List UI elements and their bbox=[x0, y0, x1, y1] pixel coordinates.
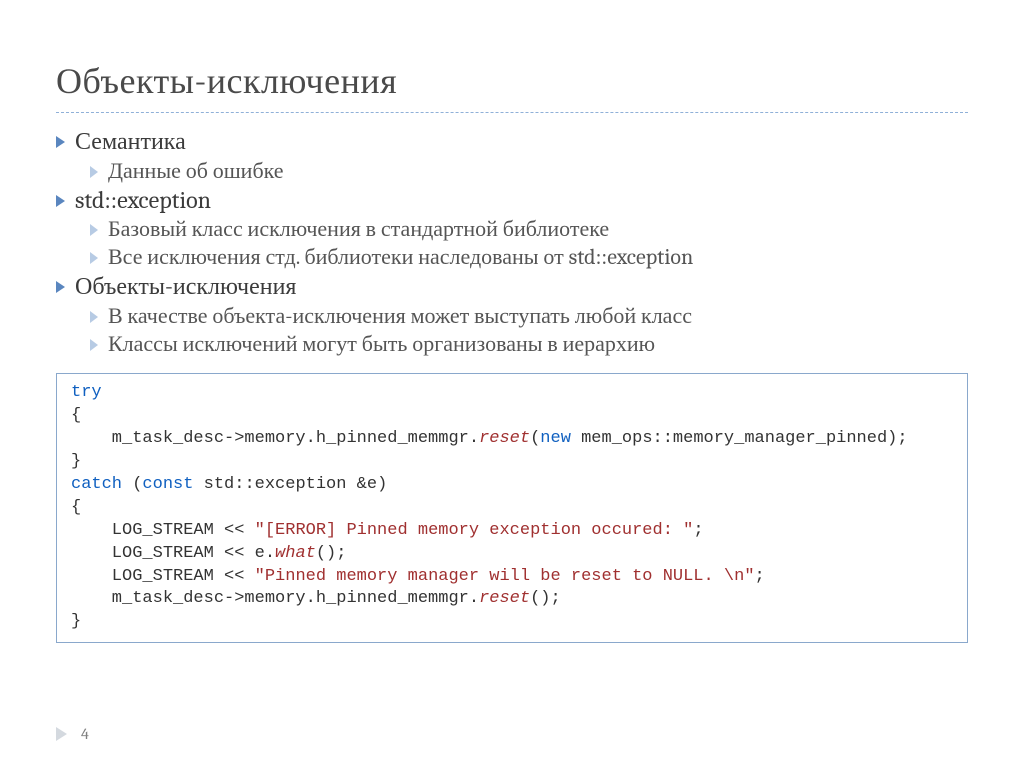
list-item: Базовый класс исключения в стандартной б… bbox=[90, 216, 968, 242]
code-text: } bbox=[71, 612, 81, 631]
list-item: Все исключения стд. библиотеки наследова… bbox=[90, 244, 968, 270]
page-number: 4 bbox=[81, 725, 89, 743]
code-text: mem_ops::memory_manager_pinned); bbox=[571, 429, 908, 448]
code-keyword: catch bbox=[71, 475, 122, 494]
code-func: reset bbox=[479, 429, 530, 448]
code-text: m_task_desc->memory.h_pinned_memmgr. bbox=[71, 429, 479, 448]
code-block: try { m_task_desc->memory.h_pinned_memmg… bbox=[56, 373, 968, 643]
list-item-text: std::exception bbox=[75, 186, 211, 214]
code-keyword: const bbox=[142, 475, 193, 494]
code-func: reset bbox=[479, 589, 530, 608]
code-text: LOG_STREAM << bbox=[71, 521, 255, 540]
bullet-list: Семантика Данные об ошибке std::exceptio… bbox=[56, 127, 968, 357]
bullet-icon bbox=[90, 339, 98, 351]
code-text: std::exception &e) bbox=[193, 475, 387, 494]
bullet-icon bbox=[56, 281, 65, 293]
list-item-text: В качестве объекта-исключения может выст… bbox=[108, 303, 692, 329]
code-string: "[ERROR] Pinned memory exception occured… bbox=[255, 521, 694, 540]
code-keyword: try bbox=[71, 383, 102, 402]
bullet-icon bbox=[90, 311, 98, 323]
footer: 4 bbox=[56, 725, 89, 743]
code-text: ; bbox=[755, 567, 765, 586]
code-text: ( bbox=[530, 429, 540, 448]
slide: Объекты-исключения Семантика Данные об о… bbox=[0, 0, 1024, 767]
list-item: В качестве объекта-исключения может выст… bbox=[90, 303, 968, 329]
list-item: Данные об ошибке bbox=[90, 158, 968, 184]
list-item-text: Базовый класс исключения в стандартной б… bbox=[108, 216, 609, 242]
bullet-icon bbox=[56, 195, 65, 207]
code-keyword: new bbox=[540, 429, 571, 448]
code-text: LOG_STREAM << e. bbox=[71, 544, 275, 563]
code-text: } bbox=[71, 452, 81, 471]
code-text: ; bbox=[693, 521, 703, 540]
list-item-text: Данные об ошибке bbox=[108, 158, 284, 184]
list-item: Классы исключений могут быть организован… bbox=[90, 331, 968, 357]
code-text: m_task_desc->memory.h_pinned_memmgr. bbox=[71, 589, 479, 608]
list-item-text: Классы исключений могут быть организован… bbox=[108, 331, 655, 357]
code-func: what bbox=[275, 544, 316, 563]
list-item: std::exception bbox=[56, 186, 968, 214]
bullet-icon bbox=[90, 166, 98, 178]
code-string: "Pinned memory manager will be reset to … bbox=[255, 567, 755, 586]
code-text: LOG_STREAM << bbox=[71, 567, 255, 586]
list-item-text: Все исключения стд. библиотеки наследова… bbox=[108, 244, 693, 270]
slide-title: Объекты-исключения bbox=[56, 60, 968, 102]
footer-triangle-icon bbox=[56, 727, 67, 741]
list-item: Объекты-исключения bbox=[56, 272, 968, 301]
bullet-icon bbox=[90, 224, 98, 236]
code-text: ( bbox=[122, 475, 142, 494]
title-underline bbox=[56, 112, 968, 113]
code-text: { bbox=[71, 406, 81, 425]
bullet-icon bbox=[56, 136, 65, 148]
code-text: (); bbox=[530, 589, 561, 608]
code-text: { bbox=[71, 498, 81, 517]
list-item-text: Объекты-исключения bbox=[75, 272, 296, 301]
list-item-text: Семантика bbox=[75, 127, 186, 156]
list-item: Семантика bbox=[56, 127, 968, 156]
code-text: (); bbox=[316, 544, 347, 563]
bullet-icon bbox=[90, 252, 98, 264]
